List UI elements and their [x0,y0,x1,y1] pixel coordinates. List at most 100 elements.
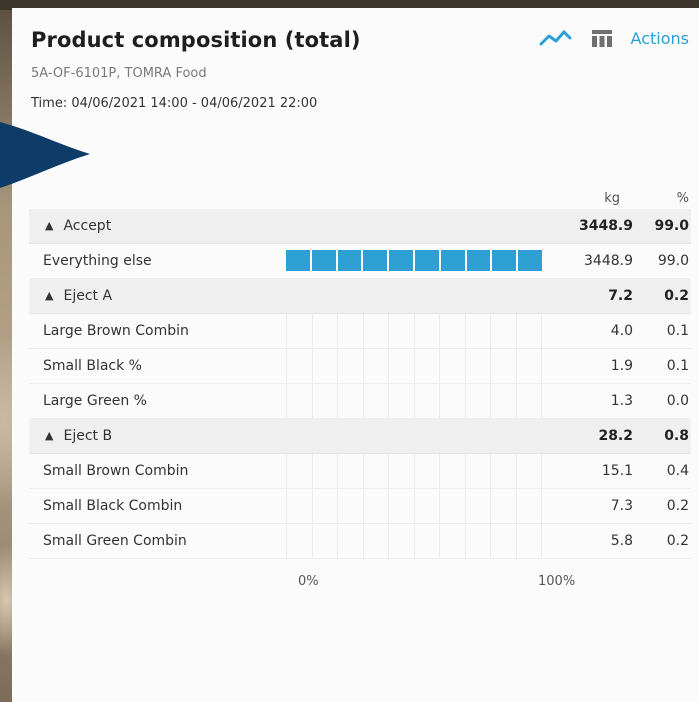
collapse-caret-icon[interactable]: ▲ [45,209,53,243]
bar-segment [335,250,362,271]
row-pct: 0.1 [666,323,689,339]
gridline [337,349,363,383]
gridline [515,524,542,558]
gridline [337,314,363,348]
gridline [337,384,363,418]
table-row: Everything else 3448.9 99.0 [29,244,691,279]
gridline [311,384,338,418]
gridline [515,454,542,488]
gridline [337,489,363,523]
gridline [515,489,542,523]
bar-gridlines [286,454,542,488]
gridline [311,454,338,488]
row-kg: 1.3 [610,393,633,409]
group-row[interactable]: ▲ Accept 3448.9 99.0 [29,209,691,244]
gridline [311,524,338,558]
group-row[interactable]: ▲ Eject A 7.2 0.2 [29,279,691,314]
composition-bar [286,250,542,271]
machine-subtitle: 5A-OF-6101P, TOMRA Food [31,66,207,81]
gridline [439,349,465,383]
gridline [362,349,389,383]
bar-segment [286,250,310,271]
composition-table: ▲ Accept 3448.9 99.0 Everything else 3448.9 99… [29,209,691,559]
gridline [362,524,389,558]
bar-segment [387,250,413,271]
group-pct: 0.2 [664,288,689,304]
group-name: Eject B [63,428,113,444]
bar-segment [412,250,439,271]
row-label: Small Black % [43,358,142,374]
gridline [286,314,312,348]
composition-panel: Product composition (total) 5A-OF-6101P,… [12,8,699,702]
gridline [490,524,516,558]
row-pct: 0.1 [666,358,689,374]
group-pct: 99.0 [654,218,689,234]
group-row[interactable]: ▲ Eject B 28.2 0.8 [29,419,691,454]
row-kg: 15.1 [601,463,633,479]
row-pct: 99.0 [657,253,689,269]
gridline [337,524,363,558]
group-kg: 7.2 [608,288,633,304]
bar-segment [438,250,465,271]
column-header-pct: % [676,191,689,206]
gridline [464,349,491,383]
row-kg: 5.8 [610,533,633,549]
row-pct: 0.0 [666,393,689,409]
gridline [286,384,312,418]
gridline [286,349,312,383]
gridline [388,489,414,523]
collapse-caret-icon[interactable]: ▲ [45,279,53,313]
table-row: Large Green % 1.3 0.0 [29,384,691,419]
gridline [388,454,414,488]
bar-segment [464,250,491,271]
gridline [464,454,491,488]
row-label: Small Brown Combin [43,463,189,479]
arrow-pointer-icon [0,122,90,188]
bar-segment [361,250,388,271]
bar-gridlines [286,489,542,523]
panel-toolbar: Actions [539,28,689,48]
gridline [311,489,338,523]
page-title: Product composition (total) [31,28,361,52]
row-kg: 4.0 [610,323,633,339]
group-kg: 28.2 [598,428,633,444]
row-pct: 0.2 [666,533,689,549]
row-label: Large Brown Combin [43,323,189,339]
gridline [439,314,465,348]
axis-label-min: 0% [298,574,319,589]
gridline [490,349,516,383]
gridline [490,384,516,418]
group-name: Accept [63,218,112,234]
gridline [362,454,389,488]
table-row: Small Black % 1.9 0.1 [29,349,691,384]
collapse-caret-icon[interactable]: ▲ [45,419,53,453]
gridline [490,454,516,488]
gridline [464,489,491,523]
gridline [464,524,491,558]
gridline [464,384,491,418]
column-header-kg: kg [604,191,620,206]
gridline [413,349,440,383]
gridline [388,384,414,418]
gridline [515,314,542,348]
group-name: Eject A [63,288,113,304]
line-chart-button[interactable] [539,28,573,48]
group-label: ▲ Eject A [45,279,112,313]
gridline [311,314,338,348]
gridline [413,489,440,523]
gridline [464,314,491,348]
table-icon [591,30,612,47]
gridline [362,489,389,523]
gridline [362,314,389,348]
table-view-button[interactable] [591,28,613,48]
actions-button[interactable]: Actions [631,29,689,48]
gridline [362,384,389,418]
line-chart-icon [539,30,572,46]
gridline [286,454,312,488]
gridline [388,524,414,558]
gridline [439,524,465,558]
gridline [286,489,312,523]
gridline [439,384,465,418]
gridline [413,454,440,488]
gridline [490,314,516,348]
